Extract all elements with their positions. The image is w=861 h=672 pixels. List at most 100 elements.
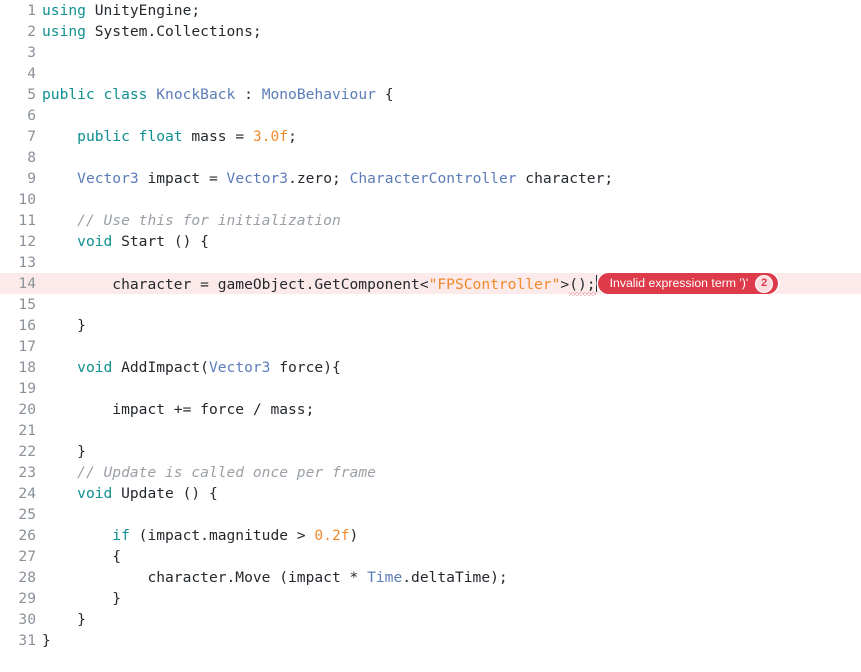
code-token-type: MonoBehaviour xyxy=(261,86,376,103)
code-editor[interactable]: 1 using UnityEngine; 2 using System.Collect… xyxy=(0,0,861,672)
error-count-badge[interactable]: 2 xyxy=(755,274,774,293)
code-line[interactable]: 29 } xyxy=(0,588,861,609)
code-text[interactable]: void Update () { xyxy=(36,483,861,504)
code-token-plain: (impact.magnitude > xyxy=(129,527,315,544)
code-text[interactable]: } xyxy=(36,588,861,609)
code-line[interactable]: 15 xyxy=(0,294,861,315)
code-text[interactable]: void Start () { xyxy=(36,231,861,252)
error-badge[interactable]: Invalid expression term ')' 2 xyxy=(597,273,779,294)
code-line[interactable]: 4 xyxy=(0,63,861,84)
code-line[interactable]: 24 void Update () { xyxy=(0,483,861,504)
code-text[interactable]: { xyxy=(36,546,861,567)
code-text[interactable] xyxy=(36,294,861,315)
line-number: 5 xyxy=(27,86,36,103)
line-number: 26 xyxy=(18,527,36,544)
line-number: 29 xyxy=(18,590,36,607)
code-line[interactable]: 18 void AddImpact(Vector3 force){ xyxy=(0,357,861,378)
code-line[interactable]: 21 xyxy=(0,420,861,441)
code-token-plain: } xyxy=(77,443,86,460)
code-line[interactable]: 26 if (impact.magnitude > 0.2f) xyxy=(0,525,861,546)
code-text[interactable]: using UnityEngine; xyxy=(36,0,861,21)
code-line[interactable]: 31} xyxy=(0,630,861,651)
line-number: 20 xyxy=(18,401,36,418)
code-token-kw: public xyxy=(42,86,95,103)
code-text[interactable]: void AddImpact(Vector3 force){ xyxy=(36,357,861,378)
code-text[interactable]: impact += force / mass; xyxy=(36,399,861,420)
code-text[interactable]: public float mass = 3.0f; xyxy=(36,126,861,147)
code-text[interactable]: // Update is called once per frame xyxy=(36,462,861,483)
code-text[interactable] xyxy=(36,420,861,441)
code-text[interactable] xyxy=(36,105,861,126)
code-line[interactable]: 17 xyxy=(0,336,861,357)
code-line[interactable]: 23 // Update is called once per frame xyxy=(0,462,861,483)
code-line[interactable]: 28 character.Move (impact * Time.deltaTi… xyxy=(0,567,861,588)
code-text[interactable] xyxy=(36,189,861,210)
code-line[interactable]: 8 xyxy=(0,147,861,168)
code-text[interactable]: character = gameObject.GetComponent<"FPS… xyxy=(36,273,861,296)
code-line[interactable]: 2 using System.Collections; xyxy=(0,21,861,42)
line-number: 9 xyxy=(27,170,36,187)
code-token-plain: } xyxy=(77,611,86,628)
code-line-error[interactable]: 14 character = gameObject.GetComponent<"… xyxy=(0,273,861,296)
code-token-plain: mass = xyxy=(182,128,253,145)
code-line[interactable]: 5 public class KnockBack : MonoBehaviour … xyxy=(0,84,861,105)
code-text[interactable] xyxy=(36,336,861,357)
line-number: 7 xyxy=(27,128,36,145)
code-line[interactable]: 7 public float mass = 3.0f; xyxy=(0,126,861,147)
code-text[interactable] xyxy=(36,252,861,273)
code-text[interactable]: // Use this for initialization xyxy=(36,210,861,231)
code-token-kw: public xyxy=(77,128,130,145)
code-token-type: Vector3 xyxy=(77,170,139,187)
code-line[interactable]: 12 void Start () { xyxy=(0,231,861,252)
code-text[interactable] xyxy=(36,42,861,63)
code-text[interactable]: } xyxy=(36,441,861,462)
code-line[interactable]: 30 } xyxy=(0,609,861,630)
code-text[interactable] xyxy=(36,378,861,399)
code-text[interactable]: Vector3 impact = Vector3.zero; Character… xyxy=(36,168,861,189)
code-line[interactable]: 25 xyxy=(0,504,861,525)
code-text[interactable]: public class KnockBack : MonoBehaviour { xyxy=(36,84,861,105)
code-text[interactable]: } xyxy=(36,609,861,630)
code-text[interactable]: } xyxy=(36,630,861,651)
error-message: Invalid expression term ')' xyxy=(609,275,749,290)
code-line[interactable]: 6 xyxy=(0,105,861,126)
code-token-plain: ) xyxy=(349,527,359,544)
code-line[interactable]: 13 xyxy=(0,252,861,273)
code-text[interactable] xyxy=(36,504,861,525)
code-token-kw: using xyxy=(42,23,86,40)
code-text[interactable]: } xyxy=(36,315,861,336)
code-text[interactable]: if (impact.magnitude > 0.2f) xyxy=(36,525,861,546)
code-token-plain: } xyxy=(77,317,86,334)
code-line[interactable]: 1 using UnityEngine; xyxy=(0,0,861,21)
line-number: 1 xyxy=(27,2,36,19)
code-line[interactable]: 16 } xyxy=(0,315,861,336)
code-token-plain: } xyxy=(42,632,51,649)
code-line[interactable]: 11 // Use this for initialization xyxy=(0,210,861,231)
code-text[interactable] xyxy=(36,147,861,168)
code-text[interactable]: using System.Collections; xyxy=(36,21,861,42)
code-token-plain: { xyxy=(112,548,122,565)
code-token-kw: using xyxy=(42,2,86,19)
code-line[interactable]: 9 Vector3 impact = Vector3.zero; Charact… xyxy=(0,168,861,189)
code-line[interactable]: 19 xyxy=(0,378,861,399)
line-number: 21 xyxy=(18,422,36,439)
code-line[interactable]: 10 xyxy=(0,189,861,210)
code-text[interactable]: character.Move (impact * Time.deltaTime)… xyxy=(36,567,861,588)
code-text[interactable] xyxy=(36,63,861,84)
code-line[interactable]: 22 } xyxy=(0,441,861,462)
code-token-plain: AddImpact( xyxy=(112,359,209,376)
code-line[interactable]: 20 impact += force / mass; xyxy=(0,399,861,420)
code-line[interactable]: 27 { xyxy=(0,546,861,567)
line-number: 6 xyxy=(27,107,36,124)
code-line[interactable]: 3 xyxy=(0,42,861,63)
code-token-kw: if xyxy=(112,527,130,544)
code-token-plain: : xyxy=(235,86,262,103)
